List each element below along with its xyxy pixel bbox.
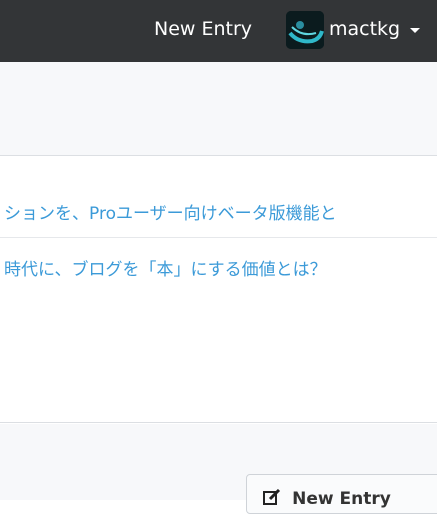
news-link-pro-beta[interactable]: ションを、Proユーザー向けベータ版機能と [0, 190, 437, 238]
avatar[interactable] [286, 11, 324, 49]
username-menu[interactable]: mactkg [329, 17, 400, 41]
top-navbar: New Entry mactkg [0, 0, 437, 62]
caret-down-icon[interactable] [410, 28, 420, 33]
new-entry-button[interactable]: New Entry [246, 474, 437, 514]
new-entry-button-label: New Entry [292, 489, 391, 509]
edit-icon [263, 489, 281, 505]
avatar-image-icon [286, 11, 324, 49]
news-link-blog-book[interactable]: 時代に、ブログを「本」にする価値とは？ [0, 246, 437, 294]
new-entry-link[interactable]: New Entry [154, 17, 252, 41]
page-header-band [0, 62, 437, 156]
